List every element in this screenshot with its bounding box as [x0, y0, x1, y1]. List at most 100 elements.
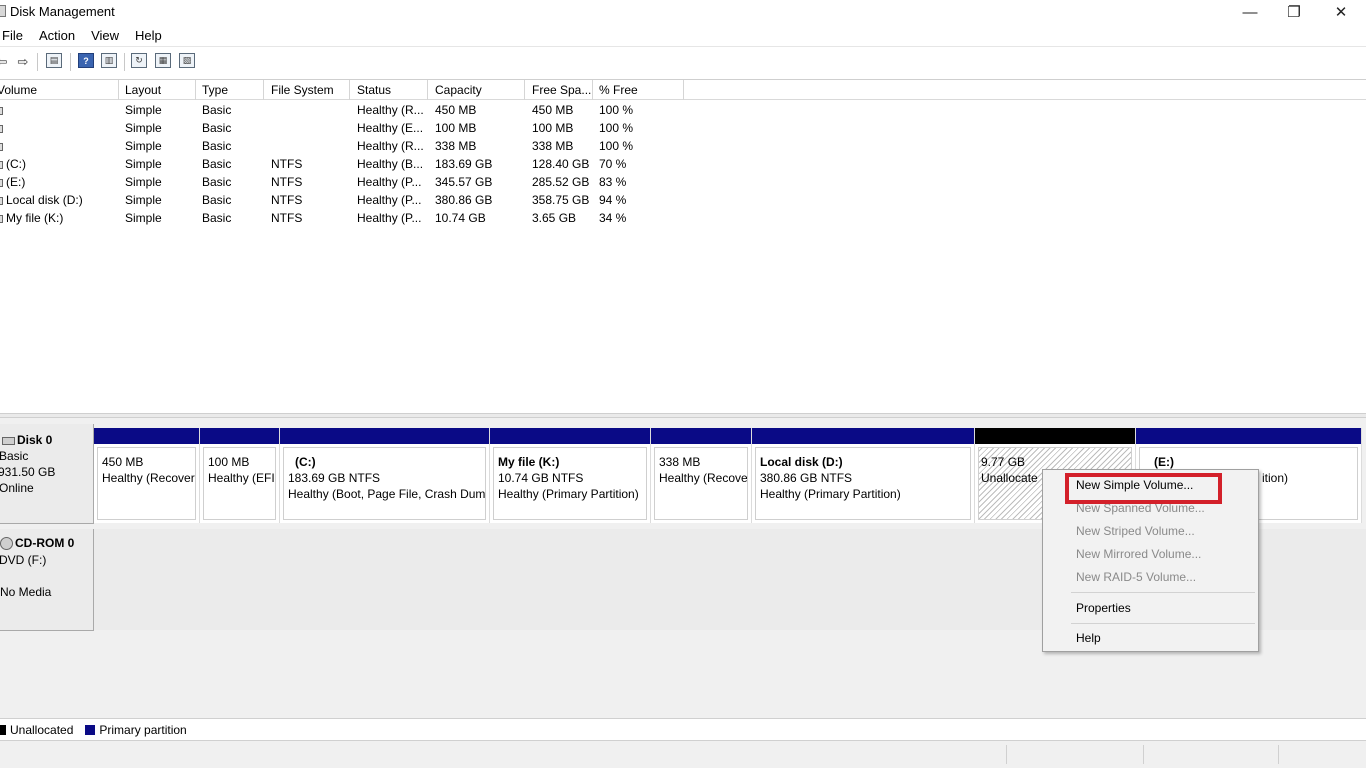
column-header-layout[interactable]: Layout — [125, 83, 161, 97]
layout-cell: Simple — [125, 139, 162, 153]
free-space-cell: 450 MB — [532, 103, 574, 117]
partition-efi[interactable]: 100 MB Healthy (EFI — [200, 428, 280, 523]
menu-item-new-spanned-volume[interactable]: New Spanned Volume... — [1076, 501, 1205, 515]
menu-item-new-simple-volume[interactable]: New Simple Volume... — [1076, 478, 1193, 492]
volume-cell — [0, 121, 6, 135]
rescan-disks-icon[interactable]: ▧ — [179, 53, 195, 68]
volume-icon — [0, 214, 3, 223]
table-row[interactable]: Simple Basic Healthy (R... 338 MB 338 MB… — [0, 137, 700, 155]
legend-primary-partition: Primary partition — [85, 723, 187, 737]
layout-cell: Simple — [125, 103, 162, 117]
file-system-cell: NTFS — [271, 157, 303, 171]
volume-cell — [0, 103, 6, 117]
disk-icon — [2, 436, 15, 445]
menu-item-new-mirrored-volume[interactable]: New Mirrored Volume... — [1076, 547, 1201, 561]
percent-free-cell: 34 % — [599, 211, 627, 225]
type-cell: Basic — [202, 103, 232, 117]
free-space-cell: 100 MB — [532, 121, 574, 135]
file-system-cell: NTFS — [271, 193, 303, 207]
status-cell: Healthy (P... — [357, 175, 422, 189]
column-divider[interactable] — [349, 80, 350, 100]
status-cell: Healthy (P... — [357, 211, 422, 225]
column-header-status[interactable]: Status — [357, 83, 391, 97]
partition-body: My file (K:) 10.74 GB NTFS Healthy (Prim… — [493, 447, 647, 520]
cdrom-0-label[interactable]: CD-ROM 0 DVD (F:) No Media — [0, 529, 94, 631]
column-header-capacity[interactable]: Capacity — [435, 83, 482, 97]
volume-icon — [0, 106, 3, 115]
partition-title: (E:) — [1154, 455, 1174, 469]
layout-cell: Simple — [125, 157, 162, 171]
title-bar: Disk Management — ❐ ✕ — [0, 0, 1366, 24]
table-row[interactable]: Simple Basic Healthy (E... 100 MB 100 MB… — [0, 119, 700, 137]
column-header-free-space[interactable]: Free Spa... — [532, 83, 591, 97]
column-divider[interactable] — [524, 80, 525, 100]
capacity-cell: 183.69 GB — [435, 157, 493, 171]
close-button[interactable]: ✕ — [1318, 0, 1364, 24]
menu-item-help[interactable]: Help — [1076, 631, 1101, 645]
column-divider[interactable] — [263, 80, 264, 100]
capacity-cell: 338 MB — [435, 139, 477, 153]
type-cell: Basic — [202, 121, 232, 135]
status-cell: Healthy (R... — [357, 103, 424, 117]
menu-view[interactable]: View — [83, 28, 127, 43]
column-header-volume[interactable]: Volume — [0, 83, 37, 97]
column-header-percent-free[interactable]: % Free — [599, 83, 638, 97]
partition-k[interactable]: My file (K:) 10.74 GB NTFS Healthy (Prim… — [490, 428, 651, 523]
status-divider — [1006, 745, 1007, 764]
legend-unallocated: Unallocated — [0, 723, 73, 737]
partition-body: 450 MB Healthy (Recover — [97, 447, 196, 520]
cd-icon — [0, 537, 13, 551]
status-divider — [1278, 745, 1279, 764]
capacity-cell: 345.57 GB — [435, 175, 493, 189]
forward-arrow-icon[interactable]: ⇨ — [14, 53, 32, 70]
column-divider[interactable] — [118, 80, 119, 100]
properties-icon[interactable]: ▦ — [155, 53, 171, 68]
partition-title: (C:) — [295, 455, 316, 469]
percent-free-cell: 100 % — [599, 139, 634, 153]
restore-button[interactable]: ❐ — [1271, 0, 1317, 24]
partition-status: Healthy (Recover — [102, 471, 195, 485]
menu-item-new-raid5-volume[interactable]: New RAID-5 Volume... — [1076, 570, 1196, 584]
column-divider[interactable] — [195, 80, 196, 100]
table-row[interactable]: Local disk (D:) Simple Basic NTFS Health… — [0, 191, 700, 209]
partition-d[interactable]: Local disk (D:) 380.86 GB NTFS Healthy (… — [752, 428, 975, 523]
menu-action[interactable]: Action — [31, 28, 83, 43]
table-row[interactable]: Simple Basic Healthy (R... 450 MB 450 MB… — [0, 101, 700, 119]
table-row[interactable]: My file (K:) Simple Basic NTFS Healthy (… — [0, 209, 700, 227]
refresh-icon[interactable]: ↻ — [131, 53, 147, 68]
table-row[interactable]: (E:) Simple Basic NTFS Healthy (P... 345… — [0, 173, 700, 191]
column-divider[interactable] — [427, 80, 428, 100]
volume-cell: My file (K:) — [0, 211, 63, 225]
partition-recovery-338[interactable]: 338 MB Healthy (Recove — [651, 428, 752, 523]
free-space-cell: 358.75 GB — [532, 193, 590, 207]
help-icon[interactable]: ? — [78, 53, 94, 68]
table-row[interactable]: (C:) Simple Basic NTFS Healthy (B... 183… — [0, 155, 700, 173]
volume-icon — [0, 160, 3, 169]
disk-0-name: Disk 0 — [2, 433, 52, 447]
column-divider[interactable] — [683, 80, 684, 100]
minimize-button[interactable]: — — [1227, 0, 1273, 24]
menu-item-new-striped-volume[interactable]: New Striped Volume... — [1076, 524, 1195, 538]
menu-item-properties[interactable]: Properties — [1076, 601, 1131, 615]
partition-recovery-450[interactable]: 450 MB Healthy (Recover — [94, 428, 200, 523]
type-cell: Basic — [202, 193, 232, 207]
status-cell: Healthy (E... — [357, 121, 424, 135]
cdrom-drive: DVD (F:) — [0, 553, 47, 567]
percent-free-cell: 94 % — [599, 193, 627, 207]
context-menu: New Simple Volume... New Spanned Volume.… — [1042, 469, 1259, 652]
menu-file[interactable]: File — [0, 28, 31, 43]
capacity-cell: 100 MB — [435, 121, 477, 135]
layout-cell: Simple — [125, 193, 162, 207]
back-arrow-icon[interactable]: ⇦ — [0, 53, 8, 70]
menu-help[interactable]: Help — [127, 28, 170, 43]
action-pane-icon[interactable]: ▥ — [101, 53, 117, 68]
volume-name: My file (K:) — [6, 211, 64, 225]
layout-cell: Simple — [125, 211, 162, 225]
console-tree-icon[interactable]: ▤ — [46, 53, 62, 68]
partition-c[interactable]: (C:) 183.69 GB NTFS Healthy (Boot, Page … — [280, 428, 490, 523]
disk-0-label[interactable]: Disk 0 Basic 931.50 GB Online — [0, 424, 94, 524]
column-header-type[interactable]: Type — [202, 83, 228, 97]
column-header-file-system[interactable]: File System — [271, 83, 334, 97]
partition-size: 450 MB — [102, 455, 144, 469]
column-divider[interactable] — [592, 80, 593, 100]
